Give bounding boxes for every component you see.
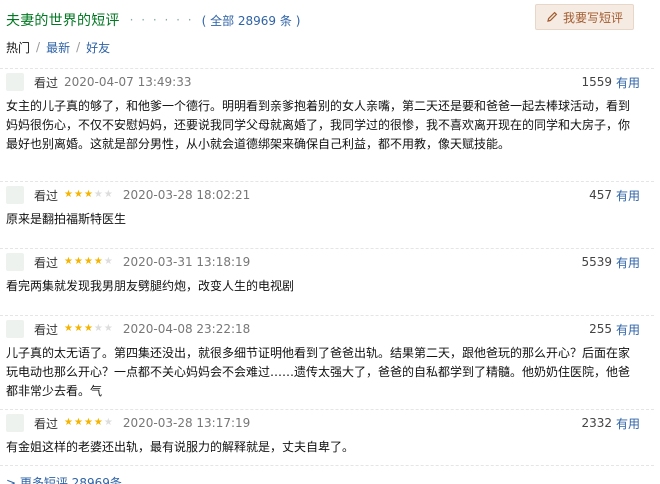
- avatar[interactable]: [6, 414, 24, 432]
- short-reviews-panel: 夫妻的世界的短评 · · · · · · ( 全部 28969 条 ) 我要写短…: [0, 0, 660, 484]
- comment-text: 有金姐这样的老婆还出轨，最有说服力的解释就是，丈夫自卑了。: [6, 440, 355, 454]
- star-icon: ★: [93, 256, 103, 267]
- comment-item: 看过 ★ ★ ★ ★ ★ 2020-03-31 13:18:19 5539 有用 看完两…: [0, 249, 654, 316]
- write-review-button[interactable]: 我要写短评: [534, 4, 634, 30]
- star-icon: ★: [73, 323, 83, 334]
- comment-time: 2020-04-07 13:49:33: [64, 75, 192, 89]
- comment-text: 原来是翻拍福斯特医生: [6, 212, 127, 226]
- tab-latest[interactable]: 最新: [46, 39, 70, 56]
- star-icon: ★: [64, 256, 73, 267]
- vote-count: 5539: [581, 255, 612, 269]
- comment-text: 儿子真的太无语了。第四集还没出，就很多细节证明他看到了爸爸出轨。结果第二天，跟他…: [6, 346, 631, 398]
- comment-list: 看过 2020-04-07 13:49:33 1559 有用 女主的儿子真的够了…: [0, 68, 654, 466]
- star-icon: ★: [103, 256, 113, 267]
- comment-text: 看完两集就发现我男朋友劈腿约炮，改变人生的电视剧: [6, 279, 295, 293]
- vote-count: 457: [589, 188, 612, 202]
- vote-count: 1559: [581, 75, 612, 89]
- comment-time: 2020-03-28 18:02:21: [122, 188, 251, 202]
- star-icon: ★: [64, 323, 73, 334]
- useful-button[interactable]: 有用: [616, 187, 640, 204]
- vote-area: 2332 有用: [581, 410, 640, 436]
- star-icon: ★: [93, 323, 103, 334]
- star-icon: ★: [103, 189, 113, 200]
- comment-item: 看过 ★ ★ ★ ★ ★ 2020-03-28 13:17:19 2332 有用 有金姐…: [0, 410, 654, 466]
- comment-meta: 看过 2020-04-07 13:49:33 1559 有用: [6, 69, 640, 95]
- avatar[interactable]: [6, 320, 24, 338]
- all-reviews-count-link[interactable]: ( 全部 28969 条 ): [202, 12, 301, 29]
- vote-area: 5539 有用: [581, 249, 640, 275]
- avatar[interactable]: [6, 186, 24, 204]
- rating-stars: ★ ★ ★ ★ ★: [64, 257, 113, 267]
- section-header: 夫妻的世界的短评 · · · · · · ( 全部 28969 条 ) 我要写短…: [6, 4, 654, 33]
- star-icon: ★: [73, 256, 83, 267]
- watched-label: 看过: [34, 255, 59, 270]
- tab-friends[interactable]: 好友: [86, 39, 110, 56]
- star-icon: ★: [64, 189, 73, 200]
- pen-icon: [547, 11, 558, 22]
- avatar[interactable]: [6, 253, 24, 271]
- more-reviews-link[interactable]: > 更多短评 28969条: [6, 474, 122, 484]
- vote-area: 1559 有用: [581, 69, 640, 95]
- vote-area: 255 有用: [589, 316, 640, 342]
- rating-stars: ★ ★ ★ ★ ★: [64, 418, 113, 428]
- useful-button[interactable]: 有用: [616, 415, 640, 432]
- comment-time: 2020-03-31 13:18:19: [122, 255, 251, 269]
- tab-hot[interactable]: 热门: [6, 39, 30, 56]
- star-icon: ★: [83, 189, 93, 200]
- avatar[interactable]: [6, 73, 24, 91]
- comment-meta: 看过 ★ ★ ★ ★ ★ 2020-04-08 23:22:18 255 有用: [6, 316, 640, 342]
- vote-count: 2332: [581, 416, 612, 430]
- comment-item: 看过 ★ ★ ★ ★ ★ 2020-04-08 23:22:18 255 有用 儿子真的…: [0, 316, 654, 410]
- useful-button[interactable]: 有用: [616, 321, 640, 338]
- star-icon: ★: [83, 417, 93, 428]
- star-icon: ★: [64, 417, 73, 428]
- comment-meta: 看过 ★ ★ ★ ★ ★ 2020-03-28 13:17:19 2332 有用: [6, 410, 640, 436]
- page-title[interactable]: 夫妻的世界的短评: [6, 10, 120, 30]
- star-icon: ★: [93, 417, 103, 428]
- watched-label: 看过: [34, 322, 59, 337]
- watched-label: 看过: [34, 75, 59, 90]
- comment-item: 看过 2020-04-07 13:49:33 1559 有用 女主的儿子真的够了…: [0, 69, 654, 182]
- write-review-label: 我要写短评: [562, 10, 623, 25]
- rating-stars: ★ ★ ★ ★ ★: [64, 324, 113, 334]
- title-dots: · · · · · ·: [129, 13, 194, 27]
- useful-button[interactable]: 有用: [616, 254, 640, 271]
- rating-stars: ★ ★ ★ ★ ★: [64, 190, 113, 200]
- comment-item: 看过 ★ ★ ★ ★ ★ 2020-03-28 18:02:21 457 有用 原来是翻…: [0, 182, 654, 249]
- comment-meta: 看过 ★ ★ ★ ★ ★ 2020-03-31 13:18:19 5539 有用: [6, 249, 640, 275]
- vote-count: 255: [589, 322, 612, 336]
- comment-time: 2020-04-08 23:22:18: [122, 322, 251, 336]
- star-icon: ★: [103, 323, 113, 334]
- comment-text: 女主的儿子真的够了，和他爹一个德行。明明看到亲爹抱着别的女人亲嘴，第二天还是要和…: [6, 99, 631, 151]
- tab-separator: /: [36, 40, 41, 54]
- watched-label: 看过: [34, 188, 59, 203]
- comment-meta: 看过 ★ ★ ★ ★ ★ 2020-03-28 18:02:21 457 有用: [6, 182, 640, 208]
- watched-label: 看过: [34, 416, 59, 431]
- star-icon: ★: [73, 417, 83, 428]
- sort-tabs: 热门 / 最新 / 好友: [6, 39, 110, 55]
- star-icon: ★: [83, 256, 93, 267]
- tab-separator: /: [76, 40, 81, 54]
- star-icon: ★: [103, 417, 113, 428]
- comment-time: 2020-03-28 13:17:19: [122, 416, 251, 430]
- vote-area: 457 有用: [589, 182, 640, 208]
- star-icon: ★: [93, 189, 103, 200]
- star-icon: ★: [73, 189, 83, 200]
- star-icon: ★: [83, 323, 93, 334]
- useful-button[interactable]: 有用: [616, 74, 640, 91]
